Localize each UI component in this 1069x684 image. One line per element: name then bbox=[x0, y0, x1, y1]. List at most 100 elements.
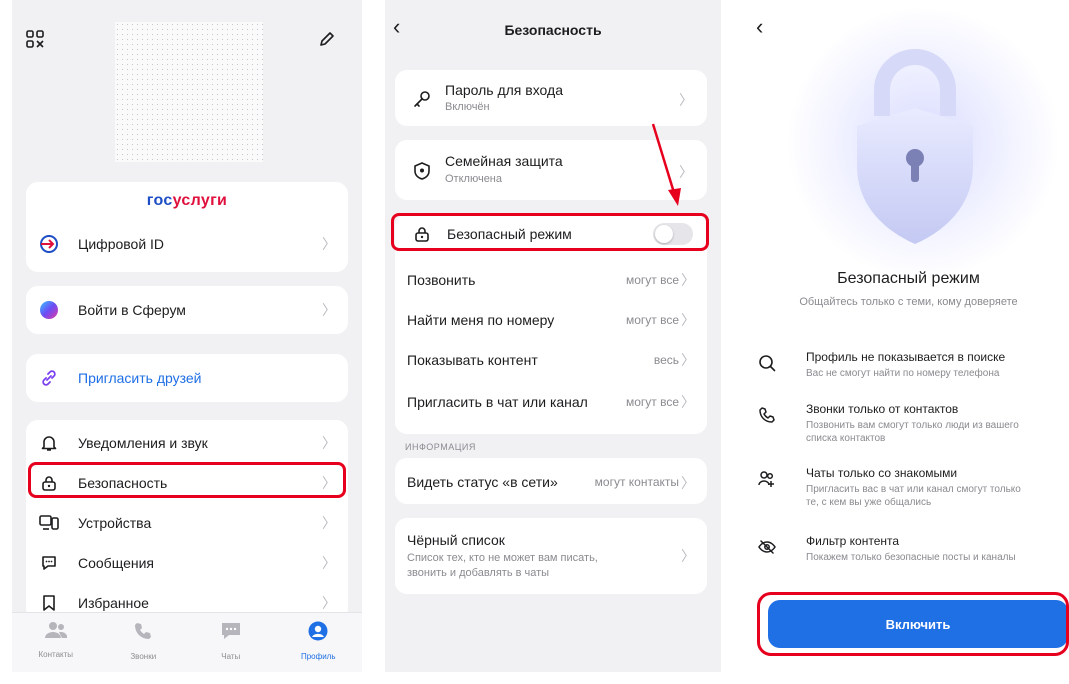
gosuslugi-card: госуслуги Цифровой ID 〉 bbox=[26, 182, 348, 272]
edit-pencil-icon[interactable] bbox=[318, 30, 336, 53]
tab-contacts[interactable]: Контакты bbox=[12, 613, 100, 672]
search-icon bbox=[758, 354, 776, 377]
setting-row-invite[interactable]: Пригласить в чат или канал могут все 〉 bbox=[395, 384, 707, 420]
chevron-right-icon: 〉 bbox=[681, 272, 695, 288]
eye-off-icon bbox=[758, 538, 776, 561]
feature-description-line: Пригласить вас в чат или канал смогут то… bbox=[806, 484, 1021, 495]
chevron-right-icon: 〉 bbox=[681, 352, 695, 368]
chevron-right-icon: 〉 bbox=[322, 555, 336, 571]
setting-value: могут все bbox=[625, 395, 679, 409]
blacklist-card[interactable]: Чёрный список Список тех, кто не может в… bbox=[395, 518, 707, 594]
menu-item-notifications[interactable]: Уведомления и звук 〉 bbox=[26, 424, 348, 462]
profile-screen: госуслуги Цифровой ID 〉 Войти в Сферум 〉… bbox=[12, 0, 362, 672]
blacklist-description: звонить и добавлять в чаты bbox=[407, 567, 550, 579]
menu-label: Уведомления и звук bbox=[78, 435, 208, 451]
chevron-right-icon: 〉 bbox=[681, 475, 695, 491]
sferum-card[interactable]: Войти в Сферум 〉 bbox=[26, 286, 348, 334]
bottom-tab-bar: Контакты Звонки Чаты Профиль bbox=[12, 612, 362, 672]
bookmark-icon bbox=[38, 592, 60, 614]
feature-description: Покажем только безопасные посты и каналы bbox=[806, 551, 1069, 564]
feature-description: Позвонить вам смогут только люди из ваше… bbox=[806, 419, 1069, 445]
security-screen: ‹ Безопасность Пароль для входа Включён … bbox=[385, 0, 721, 672]
digital-id-item[interactable]: Цифровой ID 〉 bbox=[26, 226, 348, 262]
menu-label: Избранное bbox=[78, 595, 149, 611]
feature-title: Фильтр контента bbox=[806, 534, 900, 548]
setting-label: Пригласить в чат или канал bbox=[407, 394, 588, 410]
online-status-value: могут контакты bbox=[594, 475, 679, 489]
gosuslugi-logo: госуслуги bbox=[146, 192, 228, 209]
add-user-icon bbox=[758, 470, 776, 493]
qr-code-icon[interactable] bbox=[26, 30, 44, 53]
tab-label: Профиль bbox=[300, 652, 336, 661]
tab-label: Контакты bbox=[38, 650, 74, 659]
chevron-right-icon: 〉 bbox=[322, 302, 336, 318]
shield-lock-illustration bbox=[857, 49, 973, 244]
message-icon bbox=[38, 552, 60, 574]
feature-description-line: Покажем только безопасные посты и каналы bbox=[806, 552, 1016, 563]
feature-title: Профиль не показывается в поиске bbox=[806, 350, 1006, 364]
setting-label: Показывать контент bbox=[407, 352, 538, 368]
sferum-label: Войти в Сферум bbox=[78, 302, 186, 318]
feature-title: Чаты только со знакомыми bbox=[806, 466, 958, 480]
chevron-right-icon: 〉 bbox=[322, 515, 336, 531]
chevron-right-icon: 〉 bbox=[681, 394, 695, 410]
chevron-right-icon: 〉 bbox=[681, 548, 695, 564]
tab-label: Звонки bbox=[130, 652, 157, 661]
highlight-enable-button bbox=[757, 592, 1069, 656]
setting-label: Позвонить bbox=[407, 272, 476, 288]
chevron-right-icon: 〉 bbox=[322, 595, 336, 611]
annotation-arrow bbox=[651, 123, 681, 206]
settings-menu-card: Уведомления и звук 〉 Безопасность 〉 Устр… bbox=[26, 420, 348, 620]
bell-icon bbox=[38, 432, 60, 454]
setting-row-content[interactable]: Показывать контент весь 〉 bbox=[395, 342, 707, 378]
safe-mode-title: Безопасный режим bbox=[837, 270, 980, 287]
menu-label: Устройства bbox=[78, 515, 152, 531]
avatar-placeholder bbox=[115, 22, 263, 162]
section-header: ИНФОРМАЦИЯ bbox=[405, 442, 476, 452]
blacklist-description: Список тех, кто не может вам писать, bbox=[407, 552, 598, 564]
setting-label: Найти меня по номеру bbox=[407, 312, 555, 328]
menu-label: Сообщения bbox=[78, 555, 154, 571]
feature-title: Звонки только от контактов bbox=[806, 402, 959, 416]
invite-friends-item[interactable]: Пригласить друзей bbox=[26, 360, 348, 396]
digital-id-icon bbox=[38, 233, 60, 255]
online-status-card[interactable]: Видеть статус «в сети» могут контакты 〉 bbox=[395, 458, 707, 504]
tab-chats[interactable]: Чаты bbox=[187, 613, 275, 672]
chat-icon bbox=[220, 621, 242, 646]
tab-calls[interactable]: Звонки bbox=[100, 613, 188, 672]
feature-description: Пригласить вас в чат или канал смогут то… bbox=[806, 483, 1069, 509]
feature-description-line: те, с кем вы уже общались bbox=[806, 497, 932, 508]
invite-card[interactable]: Пригласить друзей bbox=[26, 354, 348, 402]
setting-value: весь bbox=[653, 353, 679, 367]
menu-item-devices[interactable]: Устройства 〉 bbox=[26, 504, 348, 542]
tab-label: Чаты bbox=[221, 652, 241, 661]
digital-id-label: Цифровой ID bbox=[78, 236, 165, 252]
contacts-icon bbox=[44, 621, 67, 644]
feature-description-line: Позвонить вам смогут только люди из ваше… bbox=[806, 420, 1019, 431]
invite-friends-label: Пригласить друзей bbox=[78, 370, 202, 386]
safe-mode-subtitle: Общайтесь только с теми, кому доверяете bbox=[799, 296, 1018, 308]
online-status-label: Видеть статус «в сети» bbox=[407, 474, 558, 490]
setting-value: могут все bbox=[625, 273, 679, 287]
blacklist-label: Чёрный список bbox=[407, 532, 505, 548]
link-icon bbox=[38, 367, 60, 389]
setting-row-find-by-number[interactable]: Найти меня по номеру могут все 〉 bbox=[395, 302, 707, 338]
profile-icon bbox=[308, 621, 328, 646]
tab-profile[interactable]: Профиль bbox=[275, 613, 363, 672]
phone-icon bbox=[133, 621, 153, 646]
sferum-icon bbox=[38, 299, 60, 321]
back-chevron-icon[interactable]: ‹ bbox=[756, 14, 763, 40]
chevron-right-icon: 〉 bbox=[322, 435, 336, 451]
devices-icon bbox=[38, 512, 60, 534]
highlight-security bbox=[28, 462, 346, 498]
feature-description-line: Вас не смогут найти по номеру телефона bbox=[806, 368, 1000, 379]
chevron-right-icon: 〉 bbox=[681, 312, 695, 328]
sferum-item[interactable]: Войти в Сферум 〉 bbox=[26, 292, 348, 328]
chevron-right-icon: 〉 bbox=[322, 236, 336, 252]
feature-description-line: списка контактов bbox=[806, 433, 886, 444]
menu-item-messages[interactable]: Сообщения 〉 bbox=[26, 544, 348, 582]
highlight-safe-mode bbox=[391, 213, 709, 251]
setting-value: могут все bbox=[625, 313, 679, 327]
setting-row-call[interactable]: Позвонить могут все 〉 bbox=[395, 262, 707, 298]
safe-mode-screen: ‹ Безопасный режим Общайтесь только с те… bbox=[748, 0, 1069, 684]
